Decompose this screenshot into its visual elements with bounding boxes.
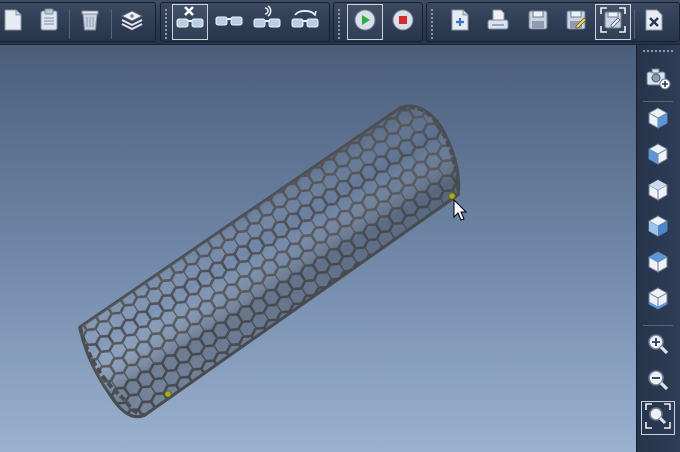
zoom-out-button[interactable]: [641, 365, 675, 399]
view-bottom-button[interactable]: [641, 283, 675, 317]
main-toolbar: [0, 0, 680, 45]
save-selection-icon: [600, 7, 626, 37]
sidebar-grip: [643, 50, 673, 52]
view-front-button[interactable]: [641, 103, 675, 137]
stereo-glasses-icon: [214, 5, 244, 39]
zoom-fit-icon: [645, 403, 671, 433]
add-camera-button[interactable]: [641, 63, 675, 97]
toolbar-group-stereo: [160, 2, 330, 42]
toolbar-grip: [165, 9, 167, 39]
sidebar-separator: [643, 101, 673, 102]
stereo-off-button[interactable]: [172, 4, 208, 40]
stereo-sound-icon: [252, 5, 282, 39]
new-file-button[interactable]: [442, 4, 478, 40]
zoom-fit-button[interactable]: [641, 401, 675, 435]
close-file-icon: [642, 8, 666, 36]
selected-atom[interactable]: [448, 192, 456, 200]
sidebar-separator: [643, 325, 673, 326]
save-icon: [526, 8, 550, 36]
toolbar-group-file: [426, 2, 680, 42]
view-cube-left-icon: [646, 142, 670, 170]
view-left-button[interactable]: [641, 139, 675, 173]
toolbar-group-edit: [0, 2, 156, 42]
stereo-rotate-button[interactable]: [287, 4, 323, 40]
toolbar-group-playback: [333, 2, 423, 42]
toolbar-separator: [111, 9, 112, 39]
clipboard-icon: [38, 8, 60, 36]
selected-atom[interactable]: [164, 390, 172, 398]
camera-add-icon: [645, 66, 671, 94]
zoom-in-button[interactable]: [641, 329, 675, 363]
toolbar-separator: [634, 9, 635, 39]
toolbar-separator: [69, 9, 70, 39]
view-cube-back-icon: [646, 214, 670, 242]
view-cube-front-icon: [646, 106, 670, 134]
view-cube-bottom-icon: [646, 286, 670, 314]
view-right-button[interactable]: [641, 175, 675, 209]
view-cube-top-icon: [646, 250, 670, 278]
save-as-icon: [564, 8, 588, 36]
view-sidebar: [636, 45, 680, 452]
save-button[interactable]: [520, 4, 556, 40]
stereo-off-icon: [175, 5, 205, 39]
stop-button[interactable]: [385, 4, 421, 40]
stereo-sound-button[interactable]: [249, 4, 285, 40]
print-icon: [486, 8, 510, 36]
stereo-glasses-button[interactable]: [211, 4, 247, 40]
view-top-button[interactable]: [641, 247, 675, 281]
play-icon: [353, 8, 377, 36]
view-cube-right-icon: [646, 178, 670, 206]
new-document-button[interactable]: [0, 4, 31, 40]
new-document-icon: [2, 8, 24, 36]
delete-button[interactable]: [72, 4, 108, 40]
zoom-in-icon: [646, 332, 670, 360]
save-as-button[interactable]: [558, 4, 594, 40]
layers-icon: [120, 8, 144, 36]
save-selection-button[interactable]: [595, 4, 631, 40]
nanotube-model[interactable]: [0, 45, 636, 452]
trash-icon: [79, 8, 101, 36]
stereo-rotate-icon: [290, 5, 320, 39]
toolbar-grip: [338, 9, 340, 39]
zoom-out-icon: [646, 368, 670, 396]
mouse-cursor-icon: [453, 198, 468, 221]
play-button[interactable]: [347, 4, 383, 40]
print-button[interactable]: [480, 4, 516, 40]
new-file-icon: [448, 8, 472, 36]
view-back-button[interactable]: [641, 211, 675, 245]
toolbar-grip: [431, 9, 433, 39]
paste-button[interactable]: [31, 4, 67, 40]
3d-viewport[interactable]: [0, 45, 636, 452]
close-file-button[interactable]: [636, 4, 672, 40]
stop-icon: [391, 8, 415, 36]
layers-button[interactable]: [114, 4, 150, 40]
